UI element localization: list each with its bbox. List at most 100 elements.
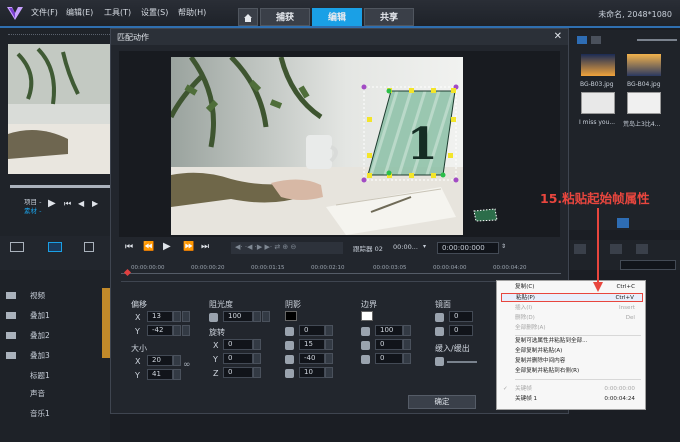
shadow-stepper-1[interactable]	[325, 325, 333, 336]
menu-copy-props-all[interactable]: 复制可选属性并粘贴到全部...	[501, 337, 643, 346]
tracker-label[interactable]: 跟踪器 02	[353, 243, 383, 253]
opacity-menu[interactable]	[262, 311, 270, 322]
menu-copy-paste-all[interactable]: 全部复制并粘贴(A)	[501, 347, 643, 356]
first-frame-button[interactable]: ⏮	[125, 242, 133, 252]
shadow-stepper-2[interactable]	[325, 339, 333, 350]
menu-help[interactable]: 帮助(H)	[178, 7, 206, 18]
track-voice[interactable]: 声音	[30, 388, 45, 399]
prev-frame-icon[interactable]: ◀	[78, 199, 84, 208]
fade-in-icon[interactable]	[435, 357, 444, 366]
border-color-swatch[interactable]	[361, 311, 373, 321]
border-stepper-2[interactable]	[403, 339, 411, 350]
playhead-marker[interactable]	[123, 268, 132, 277]
mirror-field-2[interactable]: 0	[449, 325, 473, 336]
mirror-field-1[interactable]: 0	[449, 311, 473, 322]
menu-insert[interactable]: 插入(I) Insert	[501, 304, 643, 313]
storyboard-view-icon[interactable]	[10, 242, 24, 252]
timeline-view-icon[interactable]	[48, 242, 62, 252]
shadow-stepper-3[interactable]	[325, 353, 333, 364]
video-preview[interactable]: 1	[171, 57, 463, 235]
opacity-stepper[interactable]	[253, 311, 261, 322]
track-overlay3[interactable]: 叠加3	[30, 350, 50, 361]
clip-label[interactable]: 素材 -	[24, 205, 41, 215]
offset-x-field[interactable]: 13	[147, 311, 173, 322]
timecode-field[interactable]	[620, 260, 676, 270]
offset-y-stepper[interactable]	[173, 325, 181, 336]
track-music1[interactable]: 音乐1	[30, 408, 50, 419]
size-x-stepper[interactable]	[173, 355, 181, 366]
opacity-field[interactable]: 100	[223, 311, 253, 322]
next-frame-button[interactable]: ⏩	[183, 242, 194, 252]
tracker-marker-icon[interactable]	[471, 207, 499, 223]
menu-paste[interactable]: 粘贴(P) Ctrl+V	[501, 293, 643, 302]
rotation-x-field[interactable]: 0	[223, 339, 253, 350]
rotation-y-stepper[interactable]	[253, 353, 261, 364]
shadow-field-4[interactable]: 10	[299, 367, 325, 378]
size-y-stepper[interactable]	[173, 369, 181, 380]
menu-copy-delete-mid[interactable]: 复制并删除中间内容	[501, 357, 643, 366]
tab-capture[interactable]: 捕获	[260, 8, 310, 26]
tab-edit[interactable]: 编辑	[312, 8, 362, 26]
track-overlay1[interactable]: 叠加1	[30, 310, 50, 321]
track-title1[interactable]: 标题1	[30, 370, 50, 381]
shadow-field-3[interactable]: -40	[299, 353, 325, 364]
keyframe-ruler[interactable]: 00:00:00:00 00:00:00:20 00:00:01:15 00:0…	[121, 265, 561, 277]
undo-icon[interactable]	[84, 242, 94, 252]
dialog-timecode[interactable]: 0:00:00:000	[437, 242, 499, 254]
tool-icon-c[interactable]	[636, 244, 648, 254]
link-icon[interactable]: ∞	[183, 360, 191, 370]
dropdown-arrow-icon[interactable]: ▾	[423, 243, 426, 250]
play-icon[interactable]: ▶	[48, 198, 56, 209]
library-thumb-3[interactable]	[581, 92, 615, 114]
ok-button[interactable]: 确定	[408, 395, 476, 409]
track-overlay2[interactable]: 叠加2	[30, 330, 50, 341]
size-x-field[interactable]: 20	[147, 355, 173, 366]
next-frame-icon[interactable]: ▶	[92, 199, 98, 208]
library-thumb-1[interactable]	[581, 54, 615, 76]
size-y-field[interactable]: 41	[147, 369, 173, 380]
border-field-1[interactable]: 100	[375, 325, 403, 336]
rotation-z-stepper[interactable]	[253, 367, 261, 378]
menu-edit[interactable]: 编辑(E)	[66, 7, 93, 18]
view-thumb-icon[interactable]	[577, 36, 587, 44]
shadow-field-2[interactable]: 15	[299, 339, 325, 350]
shadow-stepper-4[interactable]	[325, 367, 333, 378]
library-thumb-2[interactable]	[627, 54, 661, 76]
border-field-3[interactable]: 0	[375, 353, 403, 364]
close-icon[interactable]: ✕	[554, 31, 562, 42]
menu-copy[interactable]: 复制(C) Ctrl+C	[501, 283, 643, 292]
last-frame-button[interactable]: ⏭	[201, 242, 209, 252]
fade-in-slider[interactable]	[447, 361, 477, 363]
view-list-icon[interactable]	[591, 36, 601, 44]
menu-settings[interactable]: 设置(S)	[141, 7, 168, 18]
offset-y-menu[interactable]	[182, 325, 190, 336]
tool-icon-a[interactable]	[574, 244, 586, 254]
tab-share[interactable]: 共享	[364, 8, 414, 26]
first-frame-icon[interactable]: ⏮	[64, 199, 71, 209]
border-stepper-1[interactable]	[403, 325, 411, 336]
offset-x-menu[interactable]	[182, 311, 190, 322]
rotation-x-stepper[interactable]	[253, 339, 261, 350]
menu-keyframe-1[interactable]: 关键帧 1 0:00:04:24	[501, 395, 643, 404]
timecode-spin-icon[interactable]: ⇕	[501, 243, 506, 250]
scrub-bar[interactable]	[10, 185, 110, 188]
offset-y-field[interactable]: -42	[147, 325, 173, 336]
shadow-field-1[interactable]: 0	[299, 325, 325, 336]
track-video[interactable]: 视频	[30, 290, 45, 301]
rotation-y-field[interactable]: 0	[223, 353, 253, 364]
library-options-button[interactable]	[617, 218, 629, 228]
library-thumb-4[interactable]	[627, 92, 661, 114]
play-button[interactable]: ▶	[163, 241, 171, 252]
home-tab[interactable]	[238, 8, 258, 26]
menu-delete-all[interactable]: 全部删除(A)	[501, 324, 643, 333]
menu-keyframe-0[interactable]: ✓ 关键帧 0:00:00:00	[501, 385, 643, 394]
border-field-2[interactable]: 0	[375, 339, 403, 350]
prev-frame-button[interactable]: ⏪	[143, 242, 154, 252]
offset-x-stepper[interactable]	[173, 311, 181, 322]
menu-tools[interactable]: 工具(T)	[104, 7, 131, 18]
rotation-z-field[interactable]: 0	[223, 367, 253, 378]
shadow-color-swatch[interactable]	[285, 311, 297, 321]
tracker-time-prefix[interactable]: 00:00...	[393, 243, 418, 251]
tool-icon-b[interactable]	[610, 244, 622, 254]
menu-file[interactable]: 文件(F)	[31, 7, 58, 18]
